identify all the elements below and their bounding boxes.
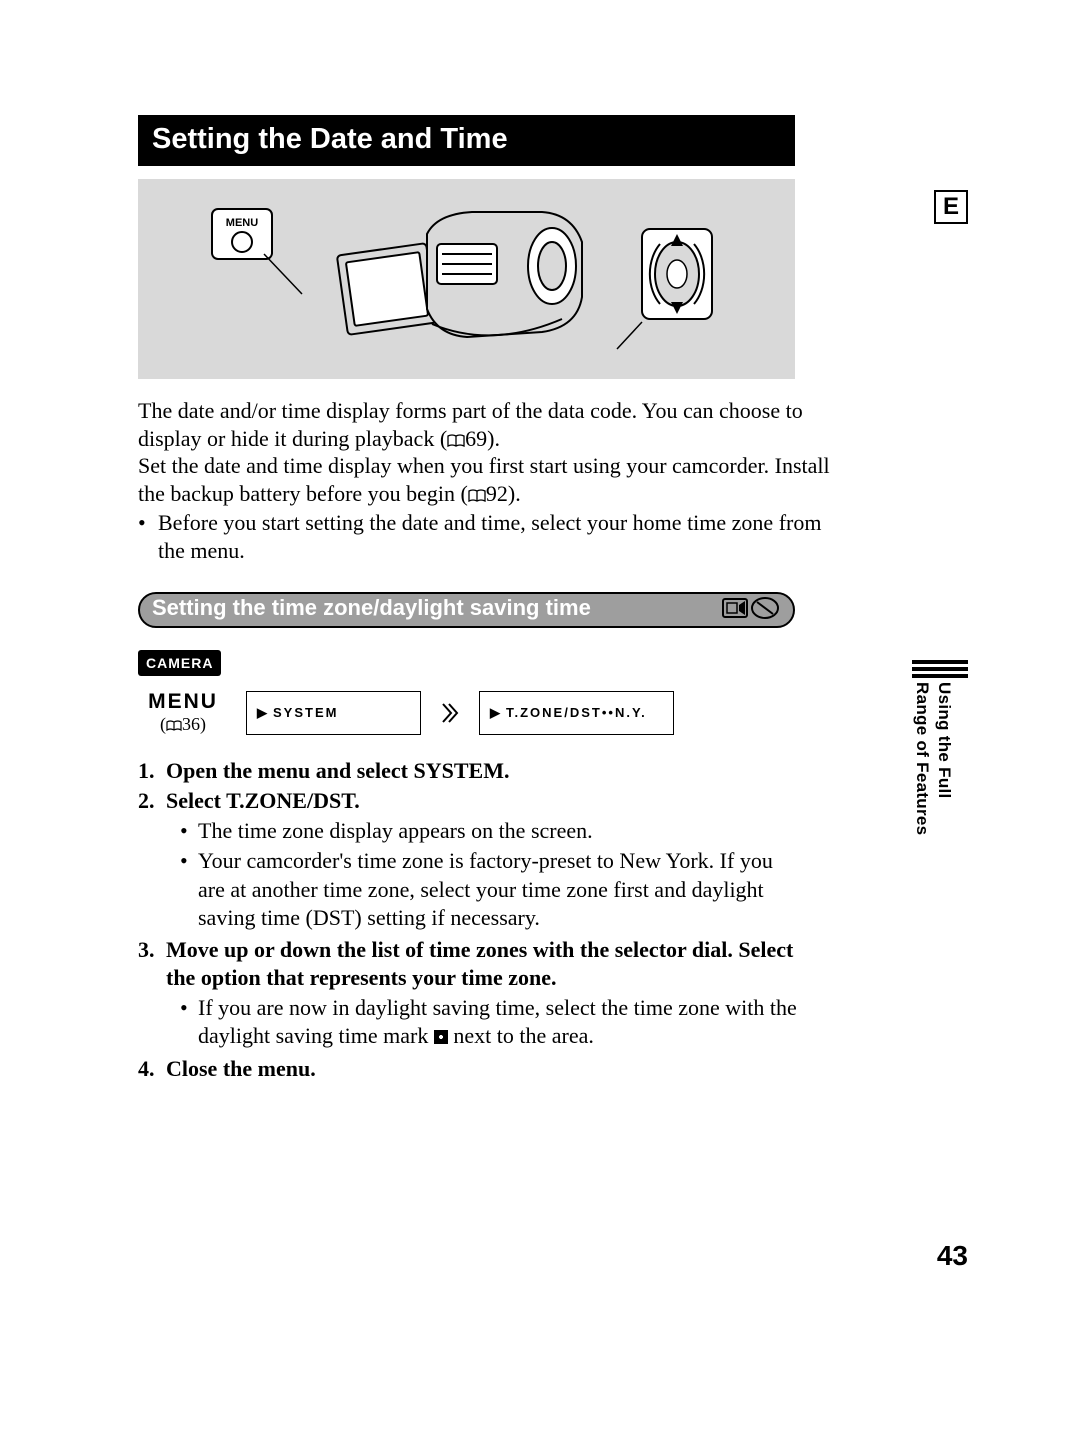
side-tab-line2: Range of Features bbox=[912, 682, 932, 835]
camcorder-body-icon bbox=[332, 194, 592, 364]
intro-bullet: Before you start setting the date and ti… bbox=[158, 509, 838, 564]
book-icon bbox=[166, 720, 182, 732]
page-number: 43 bbox=[937, 1240, 968, 1272]
intro-p1b: 69). bbox=[465, 426, 500, 451]
intro-p2b: 92). bbox=[486, 481, 521, 506]
double-chevron-right-icon bbox=[441, 702, 459, 724]
book-icon bbox=[468, 489, 486, 503]
menu-box2-label: T.ZONE/DST••N.Y. bbox=[506, 705, 647, 720]
step-3-bullet-1: If you are now in daylight saving time, … bbox=[198, 994, 798, 1050]
menu-box-system: ▶ SYSTEM bbox=[246, 691, 421, 735]
subsection-title-text: Setting the time zone/daylight saving ti… bbox=[152, 595, 591, 621]
step-2-num: 2. bbox=[138, 787, 166, 815]
menu-callout-label: MENU bbox=[225, 217, 257, 229]
menu-box1-label: SYSTEM bbox=[273, 705, 338, 720]
selector-dial-icon bbox=[612, 204, 732, 354]
language-badge: E bbox=[934, 190, 968, 224]
camera-mode-badge: CAMERA bbox=[138, 650, 221, 676]
step-2-bullet-1: The time zone display appears on the scr… bbox=[198, 817, 593, 845]
step-3-num: 3. bbox=[138, 936, 166, 992]
menu-box-tzone: ▶ T.ZONE/DST••N.Y. bbox=[479, 691, 674, 735]
step-1-text: Open the menu and select SYSTEM. bbox=[166, 757, 509, 785]
section-title: Setting the Date and Time bbox=[138, 115, 795, 166]
triangle-right-icon: ▶ bbox=[257, 705, 269, 721]
menu-ref-num: 36 bbox=[182, 714, 200, 734]
steps-list: 1. Open the menu and select SYSTEM. 2. S… bbox=[138, 757, 798, 1083]
dst-mark-icon bbox=[434, 1030, 448, 1044]
step-4-text: Close the menu. bbox=[166, 1055, 316, 1083]
book-icon bbox=[447, 434, 465, 448]
menu-word: MENU bbox=[138, 690, 228, 714]
intro-text: The date and/or time display forms part … bbox=[138, 397, 838, 564]
step-2-bullet-2: Your camcorder's time zone is factory-pr… bbox=[198, 847, 798, 931]
step-4-num: 4. bbox=[138, 1055, 166, 1083]
camcorder-illustration: MENU bbox=[138, 179, 795, 379]
mode-icons bbox=[721, 595, 781, 623]
subsection-header: Setting the time zone/daylight saving ti… bbox=[138, 592, 795, 628]
step-3-text: Move up or down the list of time zones w… bbox=[166, 936, 798, 992]
side-tab-line1: Using the Full bbox=[934, 682, 954, 835]
triangle-right-icon: ▶ bbox=[490, 705, 502, 721]
chapter-tab: Range of Features Using the Full bbox=[912, 660, 970, 835]
step-3-bullet-1b: next to the area. bbox=[448, 1023, 594, 1048]
step-2-text: Select T.ZONE/DST. bbox=[166, 787, 360, 815]
menu-path-row: MENU (36) ▶SYSTEM ▶T.ZONE/DST••N.Y. bbox=[138, 690, 970, 735]
step-1-num: 1. bbox=[138, 757, 166, 785]
